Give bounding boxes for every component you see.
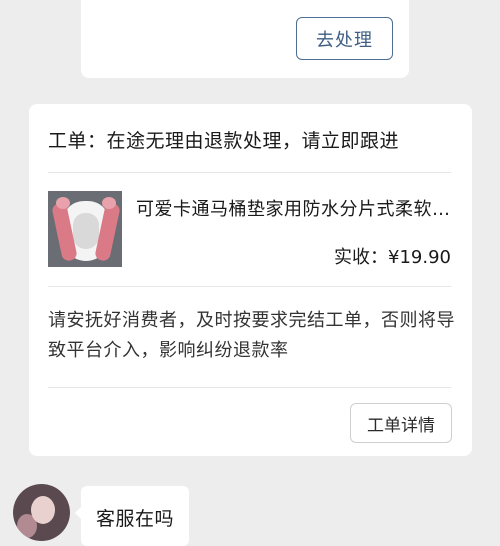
divider	[48, 286, 451, 287]
product-thumbnail[interactable]	[48, 191, 122, 267]
avatar-face	[31, 496, 55, 524]
price-row: 实收：¥19.90	[334, 243, 451, 269]
divider	[48, 172, 451, 173]
user-avatar-icon[interactable]	[13, 484, 70, 541]
process-button[interactable]: 去处理	[296, 17, 393, 60]
cartoon-face-left	[56, 197, 70, 209]
price-label: 实收：	[334, 247, 389, 268]
price-value: ¥19.90	[388, 247, 451, 268]
divider	[48, 387, 451, 388]
chat-message-bubble[interactable]: 客服在吗	[74, 486, 190, 546]
work-order-detail-button[interactable]: 工单详情	[350, 403, 452, 443]
toilet-seat-hole	[73, 213, 99, 249]
work-order-title: 工单：在途无理由退款处理，请立即跟进	[48, 130, 400, 152]
product-name[interactable]: 可爱卡通马桶垫家用防水分片式柔软…	[136, 195, 454, 221]
work-order-notice: 请安抚好消费者，及时按要求完结工单，否则将导致平台介入，影响纠纷退款率	[48, 310, 455, 361]
cartoon-face-right	[102, 197, 116, 209]
